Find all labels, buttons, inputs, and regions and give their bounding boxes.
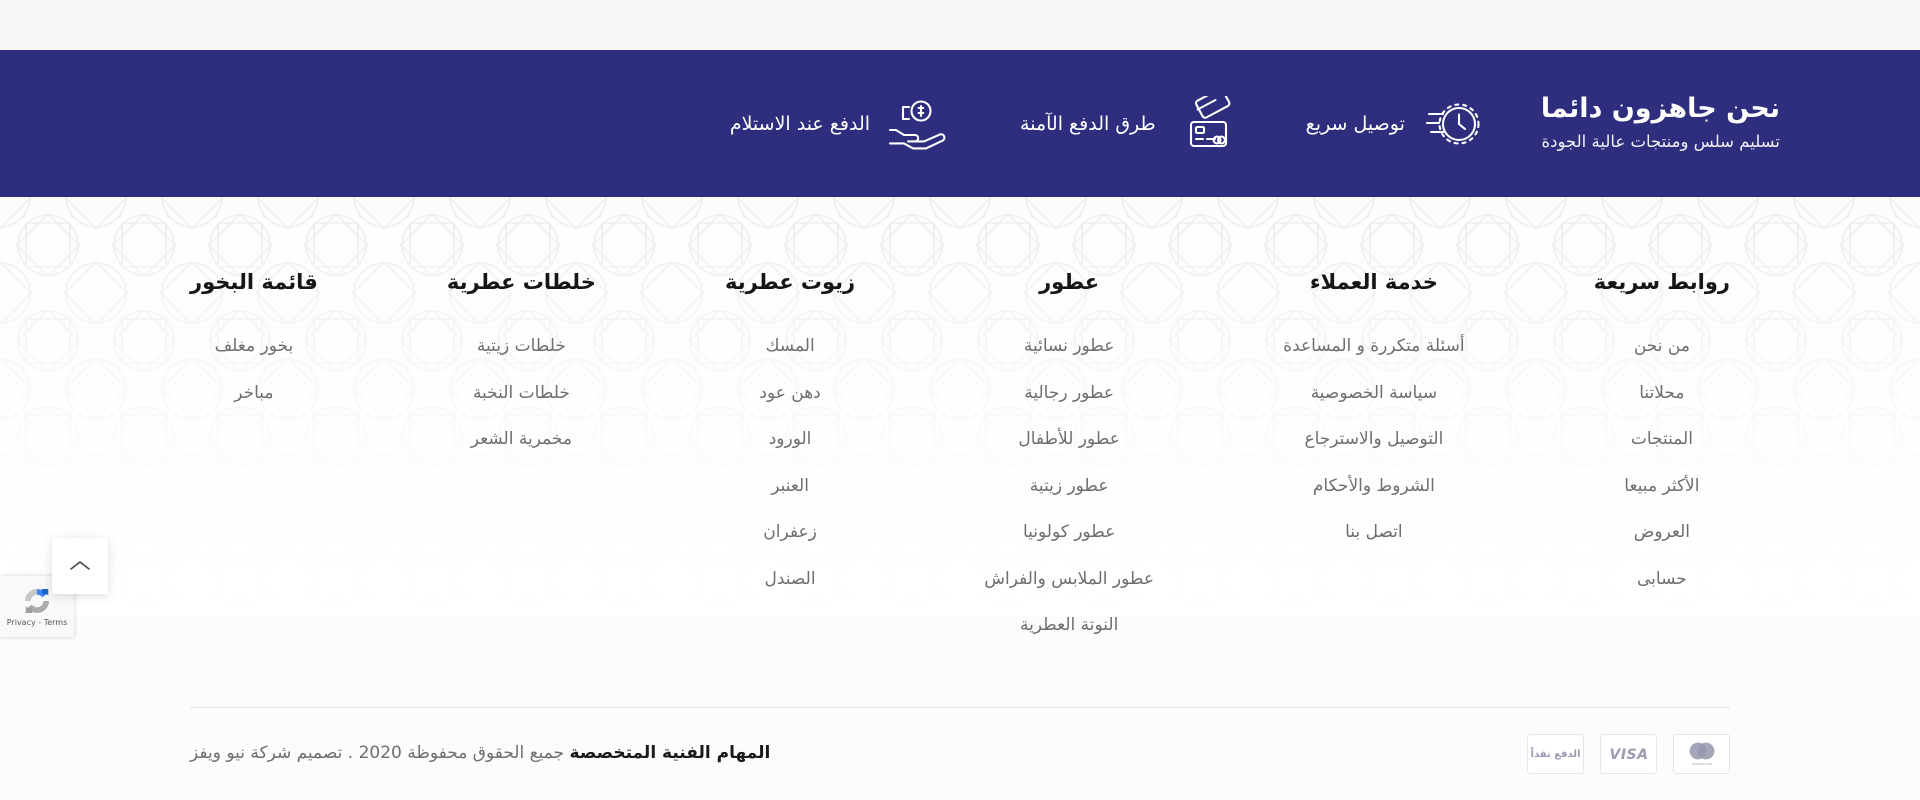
footer-link[interactable]: المنتجات	[1594, 416, 1730, 463]
column-title: خدمة العملاء	[1309, 270, 1438, 294]
footer-link[interactable]: عطور نسائية	[984, 323, 1154, 370]
recaptcha-label: Privacy - Terms	[6, 618, 68, 627]
payment-methods: الدفع نقداً VISA mastercard	[1527, 734, 1730, 774]
footer-link[interactable]: سياسة الخصوصية	[1283, 370, 1464, 417]
column-title: روابط سريعة	[1593, 270, 1730, 294]
column-title: عطور	[1039, 270, 1100, 294]
footer-link[interactable]: العنبر	[725, 463, 855, 510]
footer-link[interactable]: محلاتنا	[1594, 370, 1730, 417]
footer-column-aromatic-blends: خلطات عطرية خلطات زيتية خلطات النخبة مخم…	[447, 197, 596, 649]
copyright-brand: المهام الفنية المتخصصة	[569, 743, 771, 764]
column-link-list: عطور نسائية عطور رجالية عطور للأطفال عطو…	[984, 323, 1154, 649]
footer-column-quick-links: روابط سريعة من نحن محلاتنا المنتجات الأك…	[1594, 197, 1730, 649]
footer-link[interactable]: عطور كولونيا	[984, 509, 1154, 556]
footer-link[interactable]: الورود	[725, 416, 855, 463]
brand-subtitle: تسليم سلس ومنتجات عالية الجودة	[1541, 132, 1780, 151]
top-spacer-strip	[0, 0, 1920, 50]
footer-bottom-bar: المهام الفنية المتخصصة جميع الحقوق محفوظ…	[190, 708, 1730, 800]
payment-badge-mastercard[interactable]: mastercard	[1673, 734, 1730, 774]
column-link-list: المسك دهن عود الورود العنبر زعفران الصند…	[725, 323, 855, 602]
footer-link[interactable]: النوتة العطرية	[984, 602, 1154, 649]
footer-columns: روابط سريعة من نحن محلاتنا المنتجات الأك…	[0, 197, 1920, 649]
column-link-list: خلطات زيتية خلطات النخبة مخمرية الشعر	[447, 323, 596, 463]
footer-link[interactable]: عطور زيتية	[984, 463, 1154, 510]
column-title: زيوت عطرية	[725, 270, 856, 294]
payment-badge-cash-on-delivery[interactable]: الدفع نقداً	[1527, 734, 1584, 774]
footer-link[interactable]: الصندل	[725, 556, 855, 603]
scroll-to-top-button[interactable]	[52, 538, 108, 594]
footer-link[interactable]: دهن عود	[725, 370, 855, 417]
footer-link[interactable]: المسك	[725, 323, 855, 370]
footer-link[interactable]: الأكثر مبيعا	[1594, 463, 1730, 510]
footer-page: نحن جاهزون دائما تسليم سلس ومنتجات عالية…	[0, 0, 1920, 800]
payment-badge-visa[interactable]: VISA	[1600, 734, 1657, 774]
footer-link[interactable]: العروض	[1594, 509, 1730, 556]
footer-link[interactable]: حسابى	[1594, 556, 1730, 603]
column-link-list: من نحن محلاتنا المنتجات الأكثر مبيعا الع…	[1594, 323, 1730, 602]
visa-icon: VISA	[1609, 747, 1648, 762]
footer-link[interactable]: عطور الملابس والفراش	[984, 556, 1154, 603]
footer-link[interactable]: عطور للأطفال	[984, 416, 1154, 463]
footer-link[interactable]: الشروط والأحكام	[1283, 463, 1464, 510]
footer-link[interactable]: مباخر	[190, 370, 318, 417]
hand-coin-icon	[888, 94, 948, 154]
credit-cards-icon	[1174, 94, 1234, 154]
footer-link[interactable]: خلطات النخبة	[447, 370, 596, 417]
footer-link[interactable]: مخمرية الشعر	[447, 416, 596, 463]
column-link-list: أسئلة متكررة و المساعدة سياسة الخصوصية ا…	[1283, 323, 1464, 556]
column-link-list: بخور مغلف مباخر	[190, 323, 318, 416]
footer-link[interactable]: زعفران	[725, 509, 855, 556]
feature-label: توصيل سريع	[1305, 112, 1405, 135]
recaptcha-icon	[25, 589, 49, 613]
feature-label: طرق الدفع الآمنة	[1020, 112, 1156, 135]
footer-link[interactable]: اتصل بنا	[1283, 509, 1464, 556]
footer-link[interactable]: من نحن	[1594, 323, 1730, 370]
feature-fast-delivery[interactable]: توصيل سريع	[1306, 94, 1483, 154]
brand-title: نحن جاهزون دائما	[1540, 93, 1780, 125]
svg-text:VISA: VISA	[1609, 747, 1648, 762]
feature-cash-on-delivery[interactable]: الدفع عند الاستلام	[730, 94, 948, 154]
footer-column-perfumes: عطور عطور نسائية عطور رجالية عطور للأطفا…	[984, 197, 1154, 649]
fast-clock-icon	[1423, 94, 1483, 154]
copyright-rest: جميع الحقوق محفوظة 2020 . تصميم شركة نيو…	[190, 743, 570, 764]
footer-link[interactable]: بخور مغلف	[190, 323, 318, 370]
mastercard-icon: mastercard	[1689, 742, 1714, 766]
footer-link[interactable]: عطور رجالية	[984, 370, 1154, 417]
copyright-text: المهام الفنية المتخصصة جميع الحقوق محفوظ…	[190, 740, 770, 767]
feature-label: الدفع عند الاستلام	[729, 112, 871, 135]
svg-text:mastercard: mastercard	[1691, 762, 1711, 766]
chevron-up-icon	[70, 561, 90, 570]
footer-link[interactable]: خلطات زيتية	[447, 323, 596, 370]
footer-column-aromatic-oils: زيوت عطرية المسك دهن عود الورود العنبر ز…	[725, 197, 855, 649]
brand-block: نحن جاهزون دائما تسليم سلس ومنتجات عالية…	[1483, 92, 1780, 155]
column-title: خلطات عطرية	[446, 270, 596, 294]
column-title: قائمة البخور	[190, 270, 318, 294]
feature-band: نحن جاهزون دائما تسليم سلس ومنتجات عالية…	[0, 50, 1920, 197]
footer-link[interactable]: التوصيل والاسترجاع	[1283, 416, 1464, 463]
footer-links-area: روابط سريعة من نحن محلاتنا المنتجات الأك…	[0, 197, 1920, 800]
footer-column-incense-menu: قائمة البخور بخور مغلف مباخر	[190, 197, 318, 649]
feature-secure-payment[interactable]: طرق الدفع الآمنة	[1020, 94, 1234, 154]
footer-link[interactable]: أسئلة متكررة و المساعدة	[1283, 323, 1464, 370]
footer-column-customer-service: خدمة العملاء أسئلة متكررة و المساعدة سيا…	[1283, 197, 1464, 649]
